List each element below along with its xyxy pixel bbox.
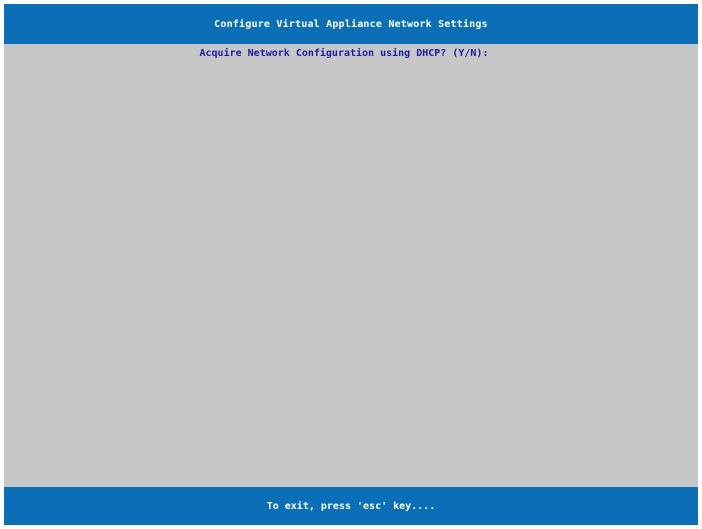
text-cursor xyxy=(497,47,503,57)
title-bar: Configure Virtual Appliance Network Sett… xyxy=(4,4,698,44)
window-title: Configure Virtual Appliance Network Sett… xyxy=(214,18,488,30)
console-screen: Configure Virtual Appliance Network Sett… xyxy=(4,4,698,525)
exit-hint: To exit, press 'esc' key.... xyxy=(266,500,436,512)
dhcp-prompt-line[interactable]: Acquire Network Configuration using DHCP… xyxy=(4,47,698,59)
console-content: Acquire Network Configuration using DHCP… xyxy=(4,44,698,487)
dhcp-prompt-text: Acquire Network Configuration using DHCP… xyxy=(199,48,489,59)
footer-bar: To exit, press 'esc' key.... xyxy=(4,487,698,525)
